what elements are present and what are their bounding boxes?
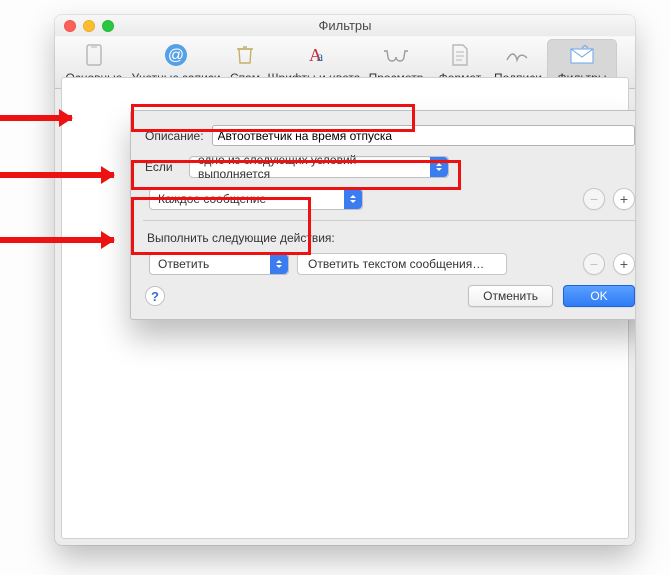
ok-button[interactable]: OK [563,285,635,307]
action-row: Ответить Ответить текстом сообщения… − + [145,253,635,275]
remove-condition-button[interactable]: − [583,188,605,210]
add-action-button[interactable]: + [613,253,635,275]
condition-type-popup[interactable]: Каждое сообщение [149,188,363,210]
signature-icon [504,43,532,67]
remove-action-button[interactable]: − [583,253,605,275]
annotation-arrow-1 [0,115,72,121]
action-popup[interactable]: Ответить [149,253,289,275]
if-colon: : [457,160,460,174]
description-row: Описание: [145,125,635,146]
traffic-lights [64,20,114,32]
help-button[interactable]: ? [145,286,165,306]
svg-text:a: a [317,50,324,65]
if-condition-popup[interactable]: одно из следующих условий выполняется [189,156,449,178]
add-condition-button[interactable]: + [613,188,635,210]
chevron-up-down-icon [270,254,288,274]
action-text-button[interactable]: Ответить текстом сообщения… [297,253,507,275]
fonts-icon: Aa [300,43,328,67]
annotation-arrow-2 [0,172,114,178]
at-sign-icon: @ [162,43,190,67]
preferences-window: Фильтры Основные @ Учетные записи Спам A… [55,15,635,545]
action-popup-value: Ответить [158,257,209,271]
description-label: Описание: [145,129,204,143]
close-window-button[interactable] [64,20,76,32]
annotation-arrow-3 [0,237,114,243]
chevron-up-down-icon [344,189,362,209]
if-popup-value: одно из следующих условий выполняется [198,153,430,181]
action-text-value: Ответить текстом сообщения… [308,257,484,271]
description-input[interactable] [212,125,635,146]
if-label: Если [145,160,181,174]
actions-section-label: Выполнить следующие действия: [147,231,635,245]
minimize-window-button[interactable] [83,20,95,32]
document-icon [446,43,474,67]
rule-edit-sheet: Описание: Если одно из следующих условий… [130,110,635,320]
phone-icon [80,43,108,67]
sheet-footer: ? Отменить OK [145,285,635,307]
envelope-filter-icon [568,43,596,67]
divider [143,220,635,221]
condition-popup-value: Каждое сообщение [158,192,266,206]
window-title: Фильтры [318,18,371,33]
glasses-icon [382,43,410,67]
cancel-button[interactable]: Отменить [468,285,553,307]
if-row: Если одно из следующих условий выполняет… [145,156,635,178]
titlebar: Фильтры [55,15,635,37]
zoom-window-button[interactable] [102,20,114,32]
svg-text:@: @ [168,47,184,64]
cancel-label: Отменить [483,289,538,303]
trash-icon [231,43,259,67]
ok-label: OK [590,289,607,303]
chevron-up-down-icon [430,157,448,177]
condition-row: Каждое сообщение − + [145,188,635,210]
